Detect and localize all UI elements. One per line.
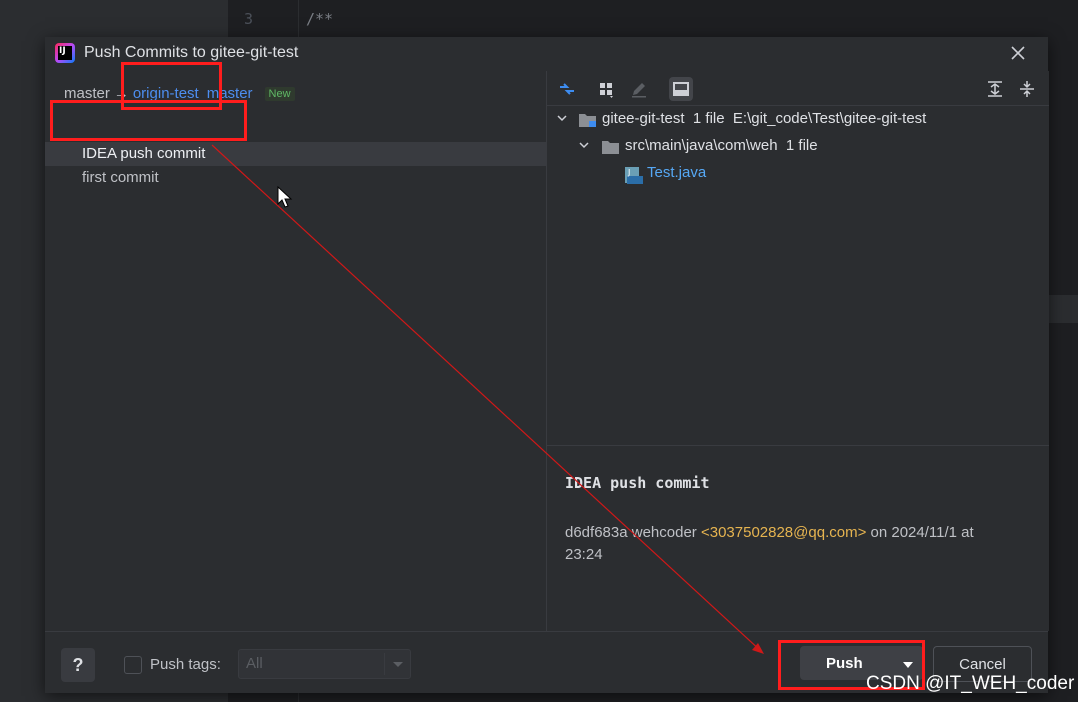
tree-dir-row[interactable]: src\main\java\com\weh 1 file <box>547 134 1049 160</box>
commit-message: first commit <box>82 169 159 186</box>
changes-tree: gitee-git-test 1 file E:\git_code\Test\g… <box>547 105 1049 445</box>
tree-root-row[interactable]: gitee-git-test 1 file E:\git_code\Test\g… <box>547 107 1049 133</box>
line-number: 3 <box>244 10 254 28</box>
push-tags-value: All <box>246 655 263 672</box>
collapse-all-icon[interactable] <box>1015 77 1039 101</box>
chevron-down-icon[interactable] <box>577 138 591 152</box>
close-icon[interactable] <box>1006 41 1030 65</box>
author-email: <3037502828@qq.com> <box>700 524 867 541</box>
commit-details-meta: d6df683a wehcoder <3037502828@qq.com> on… <box>565 524 974 563</box>
tree-file-row[interactable]: J Test.java <box>547 161 1049 187</box>
push-tags-label: Push tags: <box>150 656 221 673</box>
watermark: CSDN @IT_WEH_coder <box>866 673 1075 694</box>
push-tags-checkbox[interactable] <box>124 656 142 674</box>
commit-item[interactable]: first commit <box>45 166 546 190</box>
intellij-app-icon: IJ <box>55 43 75 63</box>
help-button[interactable]: ? <box>61 648 95 682</box>
chevron-down-icon[interactable] <box>384 653 411 675</box>
mouse-cursor-icon <box>277 186 293 208</box>
editor-scrollbar[interactable] <box>1048 295 1078 323</box>
edit-icon[interactable] <box>627 77 651 101</box>
commit-details: IDEA push commit d6df683a wehcoder <3037… <box>547 445 1049 632</box>
tree-root-label: gitee-git-test 1 file E:\git_code\Test\g… <box>602 110 927 127</box>
svg-text:J: J <box>627 168 630 177</box>
expand-all-icon[interactable] <box>983 77 1007 101</box>
folder-icon <box>602 141 619 154</box>
code-line: /** <box>306 10 334 28</box>
changes-pane: gitee-git-test 1 file E:\git_code\Test\g… <box>546 71 1049 631</box>
new-badge: New <box>264 87 295 102</box>
chevron-down-icon[interactable] <box>555 111 569 125</box>
dialog-title: Push Commits to gitee-git-test <box>84 44 299 61</box>
module-folder-icon <box>579 114 596 127</box>
commit-details-title: IDEA push commit <box>565 474 710 492</box>
cancel-button-label: Cancel <box>959 656 1006 673</box>
java-file-icon: J <box>625 167 643 184</box>
commit-item[interactable]: IDEA push commit <box>45 142 546 166</box>
annotation-box-commit <box>50 100 247 141</box>
commits-pane: master → origin-test master New IDEA push co… <box>45 71 546 631</box>
preview-icon[interactable] <box>669 77 693 101</box>
commit-message: IDEA push commit <box>82 145 206 162</box>
compare-icon[interactable] <box>555 77 579 101</box>
tree-dir-label: src\main\java\com\weh 1 file <box>625 137 818 154</box>
group-by-icon[interactable] <box>595 77 619 101</box>
changes-toolbar <box>547 71 1049 106</box>
push-tags-select[interactable]: All <box>238 649 411 679</box>
tree-file-label: Test.java <box>647 164 707 181</box>
